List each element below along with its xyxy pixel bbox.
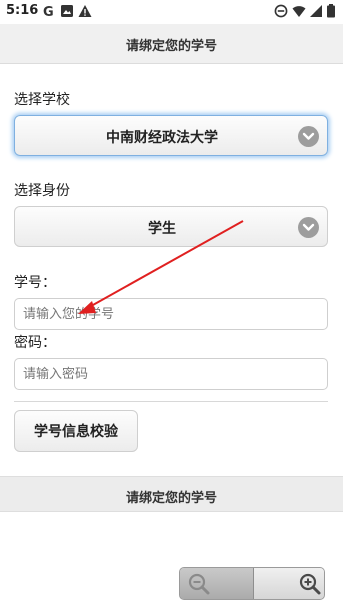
- dnd-icon: [274, 4, 288, 18]
- status-bar: 5:16 G: [0, 0, 343, 24]
- status-time: 5:16: [6, 3, 39, 18]
- school-select[interactable]: 中南财经政法大学: [14, 115, 328, 156]
- chevron-down-icon: [298, 217, 319, 238]
- warning-icon: [78, 5, 92, 17]
- battery-icon: [327, 4, 335, 18]
- divider: [14, 401, 328, 402]
- image-icon: [61, 5, 73, 17]
- svg-text:G: G: [43, 5, 54, 18]
- google-icon: G: [43, 5, 54, 18]
- signal-icon: [310, 5, 322, 17]
- page-header: 请绑定您的学号: [0, 24, 343, 64]
- zoom-in-button[interactable]: [253, 568, 324, 599]
- page-title: 请绑定您的学号: [125, 39, 217, 54]
- password-label: 密码：: [14, 335, 56, 351]
- verify-student-id-button[interactable]: 学号信息校验: [14, 410, 138, 452]
- school-selected-value: 中南财经政法大学: [106, 130, 218, 146]
- student-id-label: 学号：: [14, 275, 56, 291]
- footer-title: 请绑定您的学号: [125, 491, 217, 506]
- student-id-field[interactable]: [14, 298, 328, 330]
- wifi-icon: [292, 6, 306, 17]
- zoom-in-icon: [299, 573, 321, 595]
- zoom-controls: [179, 567, 325, 600]
- identity-select[interactable]: 学生: [14, 206, 328, 247]
- identity-selected-value: 学生: [148, 221, 176, 237]
- password-field[interactable]: [14, 358, 328, 390]
- school-label: 选择学校: [14, 92, 70, 108]
- zoom-out-icon: [188, 573, 210, 595]
- identity-label: 选择身份: [14, 183, 70, 199]
- student-id-input[interactable]: [15, 299, 327, 329]
- chevron-down-icon: [298, 126, 319, 147]
- password-input[interactable]: [15, 359, 327, 389]
- zoom-out-button[interactable]: [180, 568, 253, 599]
- page-footer: 请绑定您的学号: [0, 476, 343, 512]
